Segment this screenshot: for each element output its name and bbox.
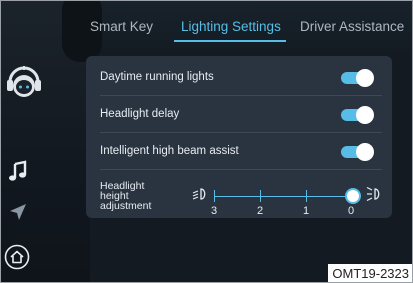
- slider-tick: [214, 190, 215, 202]
- intelligent-high-beam-assist-toggle[interactable]: [341, 143, 374, 161]
- setting-label: Daytime running lights: [100, 71, 214, 83]
- slider-tick-label: 2: [257, 205, 264, 217]
- headlight-delay-toggle[interactable]: [341, 106, 374, 124]
- navigation-icon[interactable]: [9, 203, 27, 221]
- slider-tick: [306, 190, 307, 202]
- settings-panel: Daytime running lights Headlight delay I…: [86, 56, 392, 218]
- daytime-running-lights-toggle[interactable]: [341, 69, 374, 87]
- active-tab-underline: [174, 40, 286, 42]
- music-icon[interactable]: [8, 160, 28, 182]
- slider-tick-label: 0: [348, 205, 355, 217]
- figure-code-label: OMT19-2323: [328, 264, 413, 283]
- setting-row-intelligent-high-beam-assist[interactable]: Intelligent high beam assist: [100, 134, 382, 170]
- toggle-knob: [356, 106, 374, 124]
- headlight-height-slider-track[interactable]: [214, 196, 354, 197]
- toggle-knob: [356, 143, 374, 161]
- home-icon[interactable]: [4, 244, 30, 270]
- divider: [100, 169, 382, 170]
- slider-tick: [260, 190, 261, 202]
- setting-row-daytime-running-lights[interactable]: Daytime running lights: [100, 60, 382, 96]
- headlight-high-beam-icon: [366, 186, 380, 202]
- toggle-knob: [356, 69, 374, 87]
- slider-tick-label: 1: [303, 205, 310, 217]
- robot-avatar-icon[interactable]: [4, 62, 44, 102]
- headlight-low-beam-icon: [192, 188, 206, 200]
- setting-row-headlight-delay[interactable]: Headlight delay: [100, 97, 382, 133]
- tab-smart-key[interactable]: Smart Key: [90, 19, 153, 34]
- slider-tick-label: 3: [211, 205, 218, 217]
- setting-label: Headlight delay: [100, 108, 180, 120]
- headlight-height-slider-knob[interactable]: [345, 188, 361, 204]
- label-line: adjustment: [100, 200, 152, 212]
- tab-lighting-settings[interactable]: Lighting Settings: [181, 19, 281, 34]
- divider: [100, 95, 382, 96]
- headlight-height-label: Headlight height adjustment: [100, 181, 152, 212]
- divider: [100, 132, 382, 133]
- setting-label: Intelligent high beam assist: [100, 145, 239, 157]
- tab-driver-assistance[interactable]: Driver Assistance: [300, 19, 404, 34]
- car-display: Smart Key Lighting Settings Driver Assis…: [0, 0, 413, 283]
